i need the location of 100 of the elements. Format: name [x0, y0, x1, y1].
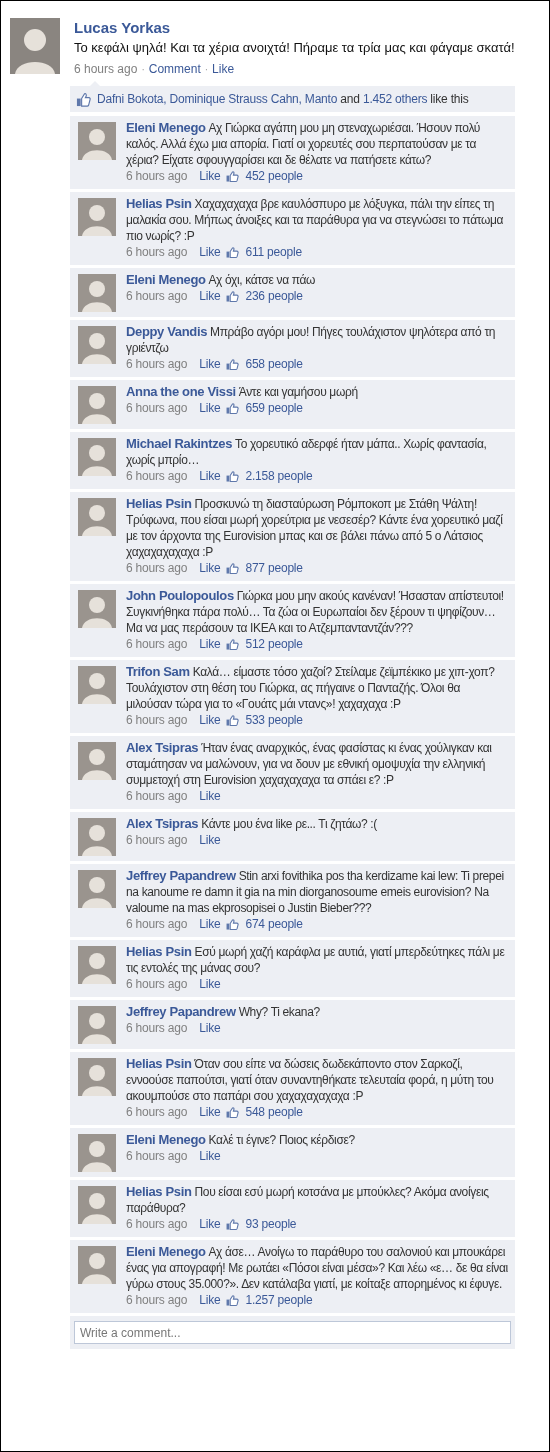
thumbs-up-icon — [226, 402, 240, 414]
comment-text: Eleni Menego Αχ όχι, κάτσε να πάω — [126, 272, 317, 288]
like-link[interactable]: Like — [199, 400, 221, 416]
comment-text: Michael Rakintzes Το χορευτικό αδερφέ ήταν μάπα.. Χωρίς φαντασία, χωρίς μπρίο… — [126, 436, 488, 468]
author-link[interactable]: Eleni Menego — [126, 272, 206, 287]
like-link[interactable]: Like — [199, 168, 221, 184]
avatar-icon — [78, 666, 116, 704]
timestamp: 6 hours ago — [126, 636, 188, 652]
thumbs-up-icon — [76, 91, 91, 107]
like-link[interactable]: Like — [199, 916, 221, 932]
avatar-icon — [78, 1246, 116, 1284]
people-link[interactable]: 93 people — [245, 1216, 297, 1232]
avatar-icon — [78, 818, 116, 856]
author-link[interactable]: Michael Rakintzes — [126, 436, 233, 451]
people-link[interactable]: 548 people — [245, 1104, 303, 1120]
author-link[interactable]: Jeffrey Papandrew — [126, 868, 236, 883]
like-link[interactable]: Like — [199, 468, 221, 484]
author-link[interactable]: Lucas Yorkas — [74, 19, 171, 37]
timestamp: 6 hours ago — [126, 1104, 188, 1120]
thumbs-up-icon — [226, 1218, 240, 1230]
people-link[interactable]: 2.158 people — [245, 468, 313, 484]
author-link[interactable]: Helias Psin — [126, 1056, 192, 1071]
comment-text: Eleni Menego Αχ άσε… Ανοίγω το παράθυρο του σαλονιού και μπουκάρει ένας για απογραφή! Με ρωτάει «Πόσοι είναι μέσα»? Και λέω «ε… δε θα είναι γύρω στους 35.000?». Δεν κατάλαβα γιατί, με κοίταξε απορημένος κι έφυγε. — [126, 1244, 509, 1292]
like-link[interactable]: Like — [199, 288, 221, 304]
people-link[interactable]: 611 people — [245, 244, 302, 260]
avatar-icon — [78, 590, 116, 628]
like-link[interactable]: Like — [199, 1020, 221, 1036]
comment-text: John Poulopoulos Γιώρκα μου μην ακούς κανέναν! Ήσασταν απίστευτοι! Συγκινήθηκα πάρα πολύ… Τα ζώα οι Ευρωπαίοι δεν ξέρουν τι ψηφίζουν… Μα να μας περάσουν τα ΙΚΕΑ και το Ατζεμπανταντζάν??? — [126, 588, 505, 636]
like-link[interactable]: Like — [199, 1148, 221, 1164]
like-link[interactable]: Like — [199, 832, 221, 848]
comment-text: Jeffrey Papandrew Stin arxi fovithika pos tha kerdizame kai lew: Ti prepei na kanoume re damn it gia na min diorganosoume emeis eurovision? Na valoume na mas ekprosopisei o Justin Bieber??? — [126, 868, 505, 916]
people-link[interactable]: 512 people — [245, 636, 303, 652]
comment-text: Eleni Menego Καλέ τι έγινε? Ποιος κέρδισε? — [126, 1132, 356, 1148]
like-link[interactable]: Like — [199, 788, 221, 804]
timestamp: 6 hours ago — [126, 832, 188, 848]
comment-input[interactable]: Write a comment... — [74, 1321, 511, 1344]
author-link[interactable]: Helias Psin — [126, 196, 192, 211]
timestamp: 6 hours ago — [126, 1292, 188, 1308]
comment-text: Deppy Vandis Μπράβο αγόρι μου! Πήγες τουλάχιστον ψηλότερα από τη γριέντζω — [126, 324, 497, 356]
author-link[interactable]: Eleni Menego — [126, 1244, 206, 1259]
people-link[interactable]: 659 people — [245, 400, 303, 416]
comment-text: Helias Psin Που είσαι εσύ μωρή κοτσάνα με μπούκλες? Ακόμα ανοίγεις παράθυρα? — [126, 1184, 490, 1216]
comment-text: Helias Psin Προσκυνώ τη διασταύρωση Ρόμποκοπ με Στάθη Ψάλτη! Τρύφωνα, που είσαι μωρή χορεύτρια με νεσεσέρ? Κάντε ένα χορευτικό μαζί με τον άρχοντα της Eurovision μπας και σε βάλει πάνω από 5 ο Λάτσιος χαχαχαχαχαχα :P — [126, 496, 504, 560]
timestamp: 6 hours ago — [126, 1020, 188, 1036]
timestamp: 6 hours ago — [126, 468, 188, 484]
author-link[interactable]: Helias Psin — [126, 1184, 192, 1199]
people-link[interactable]: 533 people — [245, 712, 303, 728]
thumbs-up-icon — [226, 358, 240, 370]
like-link[interactable]: Like — [199, 636, 221, 652]
people-link[interactable]: 1.257 people — [245, 1292, 313, 1308]
people-link[interactable]: 877 people — [245, 560, 303, 576]
author-link[interactable]: Jeffrey Papandrew — [126, 1004, 236, 1019]
avatar-icon — [78, 122, 116, 160]
timestamp: 6 hours ago — [126, 168, 188, 184]
author-link[interactable]: Trifon Sam — [126, 664, 190, 679]
action-link[interactable]: Like — [212, 62, 235, 76]
likes-summary: Dafni Bokota, Dominique Strauss Cahn, Manto and 1.452 others like this — [97, 91, 469, 107]
thumbs-up-icon — [226, 1106, 240, 1118]
others-link[interactable]: 1.452 others — [362, 92, 428, 106]
like-link[interactable]: Like — [199, 1104, 221, 1120]
like-link[interactable]: Like — [199, 356, 221, 372]
comment-text: Anna the one Vissi Άντε και γαμήσου μωρή — [126, 384, 359, 400]
timestamp: 6 hours ago — [126, 288, 188, 304]
like-link[interactable]: Like — [199, 1292, 221, 1308]
comment-text: Alex Tsipras Ήταν ένας αναρχικός, ένας φασίστας κι ένας χούλιγκαν και σταμάτησαν να μαλώνουν, για να δουν με εθνική ομοψυχία την ελληνική συμμετοχή στη Eurovision χαχαχαχαχα τα σπάει ε? :P — [126, 740, 493, 788]
thumbs-up-icon — [226, 290, 240, 302]
author-link[interactable]: Eleni Menego — [126, 1132, 206, 1147]
author-link[interactable]: Alex Tsipras — [126, 740, 199, 755]
author-link[interactable]: Helias Psin — [126, 496, 192, 511]
people-link[interactable]: 236 people — [245, 288, 303, 304]
author-link[interactable]: Eleni Menego — [126, 120, 206, 135]
names-link[interactable]: Dafni Bokota, Dominique Strauss Cahn, Manto — [97, 92, 338, 106]
avatar-icon — [78, 1006, 116, 1044]
avatar-icon — [78, 1134, 116, 1172]
like-link[interactable]: Like — [199, 560, 221, 576]
comment-text: Jeffrey Papandrew Why? Ti ekana? — [126, 1004, 321, 1020]
post-text: Το κεφάλι ψηλά! Και τα χέρια ανοιχτά! Πήραμε τα τρία μας και φάγαμε σκατά! — [74, 39, 515, 56]
timestamp: 6 hours ago — [126, 976, 188, 992]
avatar-icon — [78, 274, 116, 312]
separator-dot: · — [141, 63, 145, 75]
like-link[interactable]: Like — [199, 976, 221, 992]
like-link[interactable]: Like — [199, 712, 221, 728]
like-link[interactable]: Like — [199, 1216, 221, 1232]
comment-text: Helias Psin Χαχαχαχαχα βρε καυλόσπυρο με λόξυγκα, πάλι την είπες τη μαλακία σου. Μήπως άνοιξες και τα παράθυρα για να στεγνώσει το πάτωμα πιο νωρίς? :P — [126, 196, 505, 244]
author-link[interactable]: Alex Tsipras — [126, 816, 199, 831]
avatar-icon — [78, 1058, 116, 1096]
like-link[interactable]: Like — [199, 244, 221, 260]
people-link[interactable]: 674 people — [245, 916, 303, 932]
author-link[interactable]: Helias Psin — [126, 944, 192, 959]
author-link[interactable]: Deppy Vandis — [126, 324, 208, 339]
people-link[interactable]: 658 people — [245, 356, 303, 372]
timestamp: 6 hours ago — [126, 356, 188, 372]
thumbs-up-icon — [226, 1294, 240, 1306]
avatar-icon — [78, 386, 116, 424]
timestamp: 6 hours ago — [126, 560, 188, 576]
action-link[interactable]: Comment — [148, 62, 201, 76]
avatar-icon — [78, 742, 116, 780]
author-link[interactable]: Anna the one Vissi — [126, 384, 236, 399]
people-link[interactable]: 452 people — [245, 168, 303, 184]
author-link[interactable]: John Poulopoulos — [126, 588, 234, 603]
